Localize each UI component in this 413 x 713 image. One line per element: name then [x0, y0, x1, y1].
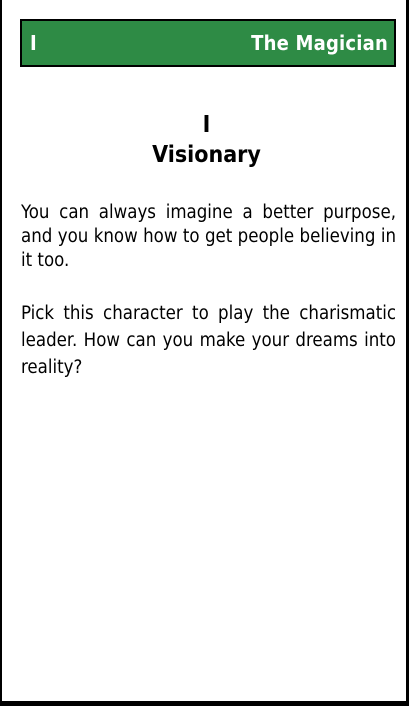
description-paragraph: You can always imagine a better purpose,…: [21, 202, 396, 271]
role-heading: I Visionary: [2, 110, 411, 170]
arcana-title: The Magician: [251, 31, 388, 55]
role-number: I: [202, 112, 211, 138]
character-card: I The Magician I Visionary You can alway…: [0, 0, 409, 706]
role-title: Visionary: [152, 142, 261, 168]
card-header: I The Magician: [20, 19, 396, 67]
prompt-paragraph: Pick this character to play the charisma…: [21, 303, 396, 378]
card-number: I: [30, 31, 37, 55]
